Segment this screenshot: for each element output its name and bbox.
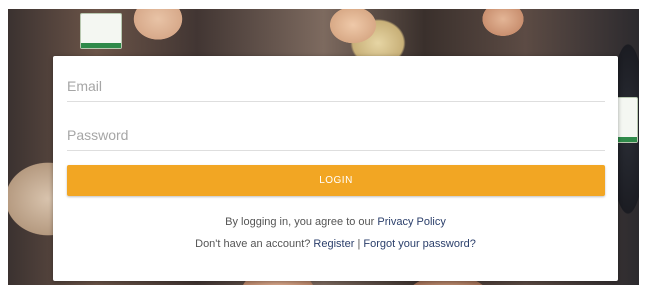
email-input[interactable]: [67, 71, 605, 102]
no-account-text: Don't have an account?: [195, 238, 314, 250]
privacy-notice-text: By logging in, you agree to our: [225, 216, 378, 228]
account-links: Don't have an account? Register | Forgot…: [53, 238, 618, 250]
register-link[interactable]: Register: [313, 238, 354, 250]
forgot-password-link[interactable]: Forgot your password?: [363, 238, 476, 250]
privacy-notice: By logging in, you agree to our Privacy …: [53, 216, 618, 228]
password-input[interactable]: [67, 120, 605, 151]
name-badge: [80, 13, 122, 49]
screenshot-frame: LOGIN By logging in, you agree to our Pr…: [8, 9, 639, 285]
login-button[interactable]: LOGIN: [67, 165, 605, 196]
privacy-policy-link[interactable]: Privacy Policy: [377, 216, 445, 228]
login-card: LOGIN By logging in, you agree to our Pr…: [53, 56, 618, 281]
